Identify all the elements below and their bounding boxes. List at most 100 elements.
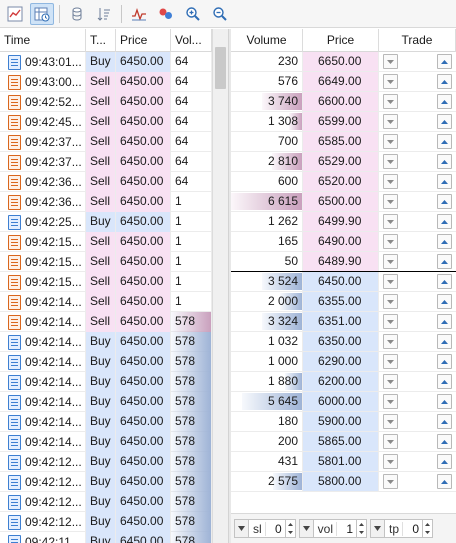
sell-arrow-button[interactable] xyxy=(383,394,398,409)
buy-arrow-button[interactable] xyxy=(437,314,452,329)
spin-up-icon[interactable] xyxy=(423,520,432,529)
zoom-out-icon[interactable] xyxy=(208,3,232,25)
chart-line-icon[interactable] xyxy=(3,3,27,25)
table-row[interactable]: 09:43:01... Buy 6450.00 64 xyxy=(0,52,212,72)
cylinder-icon[interactable] xyxy=(65,3,89,25)
tp-dropdown-arrow[interactable] xyxy=(371,520,386,537)
buy-arrow-button[interactable] xyxy=(437,454,452,469)
sort-icon[interactable] xyxy=(92,3,116,25)
table-row[interactable]: 09:42:12... Buy 6450.00 578 xyxy=(0,512,212,532)
vol-value-input[interactable]: 1 xyxy=(336,521,356,536)
table-row[interactable]: 09:42:14... Sell 6450.00 578 xyxy=(0,312,212,332)
spin-down-icon[interactable] xyxy=(357,529,366,538)
spin-down-icon[interactable] xyxy=(286,529,295,538)
spin-up-icon[interactable] xyxy=(357,520,366,529)
table-row[interactable]: 09:42:12... Buy 6450.00 578 xyxy=(0,472,212,492)
trades-scrollbar[interactable] xyxy=(212,29,228,543)
buy-arrow-button[interactable] xyxy=(437,434,452,449)
table-row[interactable]: 09:42:36... Sell 6450.00 1 xyxy=(0,192,212,212)
table-row[interactable]: 09:42:15... Sell 6450.00 1 xyxy=(0,232,212,252)
buy-arrow-button[interactable] xyxy=(437,214,452,229)
buy-arrow-button[interactable] xyxy=(437,274,452,289)
sell-arrow-button[interactable] xyxy=(383,454,398,469)
sell-arrow-button[interactable] xyxy=(383,294,398,309)
table-row[interactable]: 09:42:36... Sell 6450.00 64 xyxy=(0,172,212,192)
sell-arrow-button[interactable] xyxy=(383,154,398,169)
buy-arrow-button[interactable] xyxy=(437,194,452,209)
buy-arrow-button[interactable] xyxy=(437,134,452,149)
spin-down-icon[interactable] xyxy=(423,529,432,538)
buy-arrow-button[interactable] xyxy=(437,54,452,69)
sell-arrow-button[interactable] xyxy=(383,334,398,349)
table-row[interactable]: 09:42:14... Buy 6450.00 578 xyxy=(0,392,212,412)
table-row[interactable]: 09:42:52... Sell 6450.00 64 xyxy=(0,92,212,112)
bubbles-icon[interactable] xyxy=(154,3,178,25)
sell-arrow-button[interactable] xyxy=(383,314,398,329)
buy-arrow-button[interactable] xyxy=(437,254,452,269)
table-row[interactable]: 09:42:14... Buy 6450.00 578 xyxy=(0,372,212,392)
tp-spinner[interactable] xyxy=(422,520,432,537)
zoom-in-icon[interactable] xyxy=(181,3,205,25)
table-row[interactable]: 09:42:25... Buy 6450.00 1 xyxy=(0,212,212,232)
table-row[interactable]: 09:42:14... Buy 6450.00 578 xyxy=(0,332,212,352)
vol-spinner[interactable] xyxy=(356,520,366,537)
sell-arrow-button[interactable] xyxy=(383,174,398,189)
table-row[interactable]: 09:42:15... Sell 6450.00 1 xyxy=(0,252,212,272)
sl-spinner[interactable] xyxy=(284,520,295,538)
buy-arrow-button[interactable] xyxy=(437,294,452,309)
sell-arrow-button[interactable] xyxy=(383,74,398,89)
buy-arrow-button[interactable] xyxy=(437,414,452,429)
buy-arrow-button[interactable] xyxy=(437,114,452,129)
table-row[interactable]: 09:42:37... Sell 6450.00 64 xyxy=(0,132,212,152)
tp-value-input[interactable]: 0 xyxy=(402,521,422,536)
sl-control[interactable]: sl 0 xyxy=(234,519,296,538)
table-row[interactable]: 09:42:15... Sell 6450.00 1 xyxy=(0,272,212,292)
buy-arrow-button[interactable] xyxy=(437,334,452,349)
vol-dropdown-arrow[interactable] xyxy=(299,520,314,537)
sell-arrow-button[interactable] xyxy=(383,134,398,149)
signal-icon[interactable] xyxy=(127,3,151,25)
sell-arrow-button[interactable] xyxy=(383,234,398,249)
sell-arrow-button[interactable] xyxy=(383,374,398,389)
sl-dropdown-arrow[interactable] xyxy=(235,520,249,537)
buy-arrow-button[interactable] xyxy=(437,174,452,189)
buy-arrow-button[interactable] xyxy=(437,234,452,249)
table-row[interactable]: 09:42:14... Buy 6450.00 578 xyxy=(0,432,212,452)
sell-arrow-button[interactable] xyxy=(383,434,398,449)
table-row[interactable]: 09:42:14... Sell 6450.00 1 xyxy=(0,292,212,312)
buy-arrow-button[interactable] xyxy=(437,354,452,369)
buy-arrow-button[interactable] xyxy=(437,374,452,389)
buy-arrow-button[interactable] xyxy=(437,474,452,489)
spin-up-icon[interactable] xyxy=(286,520,295,529)
sell-arrow-button[interactable] xyxy=(383,354,398,369)
sell-arrow-button[interactable] xyxy=(383,114,398,129)
buy-arrow-button[interactable] xyxy=(437,74,452,89)
sell-arrow-button[interactable] xyxy=(383,214,398,229)
table-row[interactable]: 09:42:14... Buy 6450.00 578 xyxy=(0,352,212,372)
sell-arrow-button[interactable] xyxy=(383,414,398,429)
clock-table-icon[interactable] xyxy=(30,2,54,25)
table-row[interactable]: 09:42:12... Buy 6450.00 578 xyxy=(0,452,212,472)
sell-arrow-button[interactable] xyxy=(383,94,398,109)
column-header-volume[interactable]: Vol... xyxy=(171,29,212,52)
column-header-price[interactable]: Price xyxy=(116,29,171,52)
buy-arrow-button[interactable] xyxy=(437,94,452,109)
trades-scrollbar-thumb[interactable] xyxy=(215,47,226,89)
vol-control[interactable]: vol 1 xyxy=(298,519,368,538)
table-row[interactable]: 09:42:45... Sell 6450.00 64 xyxy=(0,112,212,132)
table-row[interactable]: 09:42:37... Sell 6450.00 64 xyxy=(0,152,212,172)
table-row[interactable]: 09:43:00... Sell 6450.00 64 xyxy=(0,72,212,92)
sell-arrow-button[interactable] xyxy=(383,254,398,269)
buy-arrow-button[interactable] xyxy=(437,394,452,409)
sell-arrow-button[interactable] xyxy=(383,194,398,209)
table-row[interactable]: 09:42:12... Buy 6450.00 578 xyxy=(0,492,212,512)
table-row[interactable]: 09:42:11... Buy 6450.00 578 xyxy=(0,532,212,543)
sell-arrow-button[interactable] xyxy=(383,54,398,69)
sell-arrow-button[interactable] xyxy=(383,274,398,289)
column-header-time[interactable]: Time xyxy=(0,29,86,52)
column-header-type[interactable]: T... xyxy=(86,29,116,52)
sl-value-input[interactable]: 0 xyxy=(264,521,285,536)
tp-control[interactable]: tp 0 xyxy=(370,519,434,538)
table-row[interactable]: 09:42:14... Buy 6450.00 578 xyxy=(0,412,212,432)
buy-arrow-button[interactable] xyxy=(437,154,452,169)
